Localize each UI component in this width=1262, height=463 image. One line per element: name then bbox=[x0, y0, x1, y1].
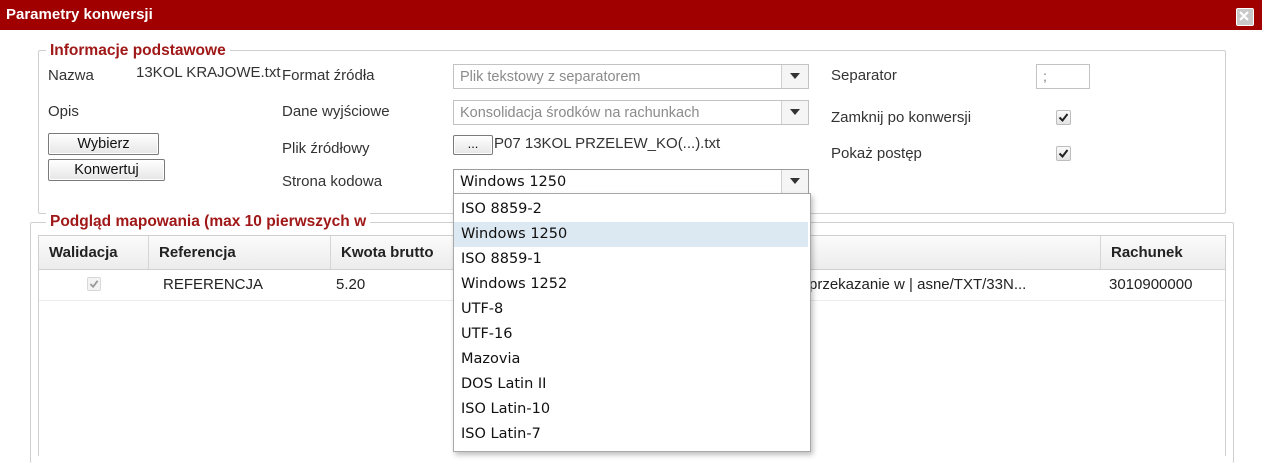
codepage-option[interactable]: ISO Latin-10 bbox=[454, 397, 808, 422]
description-label: Opis bbox=[48, 103, 79, 120]
close-after-checkbox[interactable] bbox=[1056, 110, 1071, 125]
basic-info-legend: Informacje podstawowe bbox=[46, 42, 230, 60]
dialog-titlebar: Parametry konwersji bbox=[0, 0, 1262, 30]
select-button[interactable]: Wybierz bbox=[48, 133, 159, 155]
show-progress-checkbox[interactable] bbox=[1056, 146, 1071, 161]
codepage-option[interactable]: ISO 8859-1 bbox=[454, 247, 808, 272]
codepage-option[interactable]: ISO 8859-2 bbox=[454, 197, 808, 222]
codepage-dropdown-list: ISO 8859-2 Windows 1250 ISO 8859-1 Windo… bbox=[453, 193, 811, 452]
conversion-dialog: Parametry konwersji Informacje podstawow… bbox=[0, 0, 1262, 463]
row-account-cell: 3010900000 bbox=[1109, 276, 1193, 293]
validation-checkbox bbox=[87, 277, 101, 291]
col-header-reference[interactable]: Referencja bbox=[149, 236, 331, 269]
source-file-label: Plik źródłowy bbox=[282, 140, 370, 157]
chevron-down-icon[interactable] bbox=[781, 170, 808, 193]
codepage-option[interactable]: UTF-16 bbox=[454, 322, 808, 347]
preview-legend: Podgląd mapowania (max 10 pierwszych w bbox=[46, 213, 371, 231]
codepage-label: Strona kodowa bbox=[282, 173, 383, 190]
codepage-option-selected[interactable]: Windows 1250 bbox=[454, 222, 808, 247]
codepage-combo[interactable]: Windows 1250 bbox=[453, 169, 809, 194]
convert-button[interactable]: Konwertuj bbox=[48, 159, 165, 181]
col-header-amount[interactable]: Kwota brutto bbox=[331, 236, 455, 269]
source-format-value: Plik tekstowy z separatorem bbox=[460, 69, 641, 85]
col-header-account[interactable]: Rachunek bbox=[1101, 236, 1225, 269]
close-icon[interactable] bbox=[1236, 8, 1254, 26]
codepage-value: Windows 1250 bbox=[460, 174, 567, 190]
dialog-title: Parametry konwersji bbox=[6, 6, 153, 23]
separator-input[interactable]: ; bbox=[1036, 64, 1090, 89]
row-amount-cell: 5.20 bbox=[336, 276, 366, 293]
browse-button[interactable]: ... bbox=[453, 135, 493, 155]
output-value: Konsolidacja środków na rachunkach bbox=[460, 105, 700, 121]
codepage-option[interactable]: Windows 1252 bbox=[454, 272, 808, 297]
row-title-cell: przekazanie w | asne/TXT/33N... bbox=[809, 276, 1027, 293]
output-label: Dane wyjściowe bbox=[282, 103, 390, 120]
output-combo[interactable]: Konsolidacja środków na rachunkach bbox=[453, 100, 809, 125]
close-after-label: Zamknij po konwersji bbox=[831, 109, 972, 126]
codepage-option[interactable]: UTF-8 bbox=[454, 297, 808, 322]
separator-label: Separator bbox=[831, 67, 897, 84]
chevron-down-icon[interactable] bbox=[781, 65, 808, 88]
codepage-option[interactable]: ISO Latin-7 bbox=[454, 422, 808, 447]
show-progress-label: Pokaż postęp bbox=[831, 145, 922, 162]
source-format-combo[interactable]: Plik tekstowy z separatorem bbox=[453, 64, 809, 89]
row-reference-cell: REFERENCJA bbox=[163, 276, 264, 293]
chevron-down-icon[interactable] bbox=[781, 101, 808, 124]
col-header-validation[interactable]: Walidacja bbox=[39, 236, 149, 269]
codepage-option[interactable]: Mazovia bbox=[454, 347, 808, 372]
codepage-option[interactable]: DOS Latin II bbox=[454, 372, 808, 397]
name-label: Nazwa bbox=[48, 67, 94, 84]
source-file-value: P07 13KOL PRZELEW_KO(...).txt bbox=[494, 135, 721, 152]
source-format-label: Format źródła bbox=[282, 67, 375, 84]
row-validation-cell bbox=[39, 270, 149, 300]
name-value: 13KOL KRAJOWE.txt bbox=[136, 64, 281, 81]
